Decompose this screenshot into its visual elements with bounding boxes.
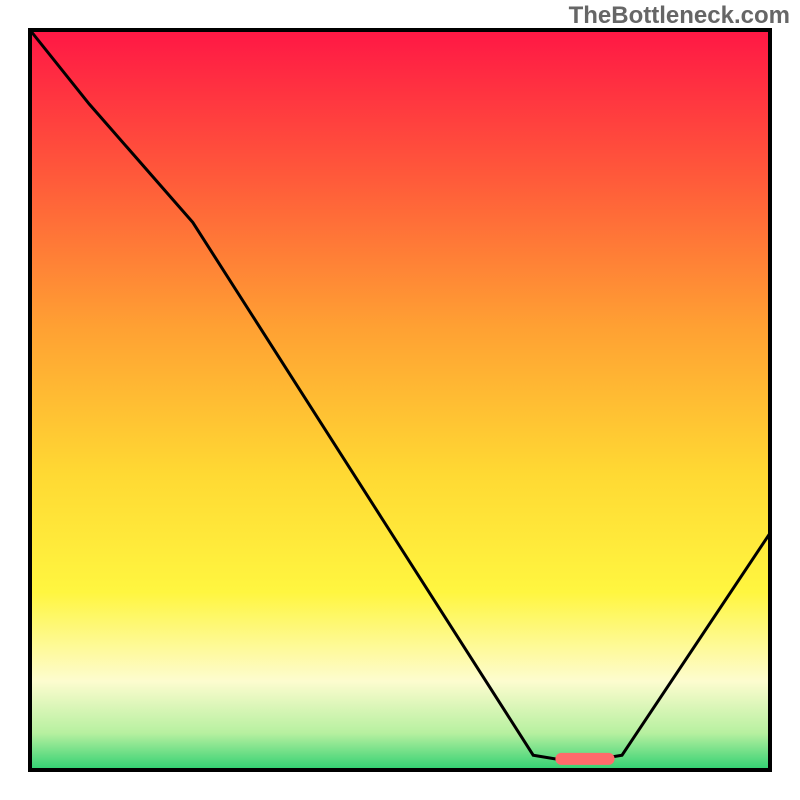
gradient-background (30, 30, 770, 770)
chart-container: TheBottleneck.com (0, 0, 800, 800)
bottleneck-chart (0, 0, 800, 800)
watermark-text: TheBottleneck.com (569, 2, 790, 30)
optimal-marker (555, 753, 614, 765)
plot-area (30, 30, 770, 770)
